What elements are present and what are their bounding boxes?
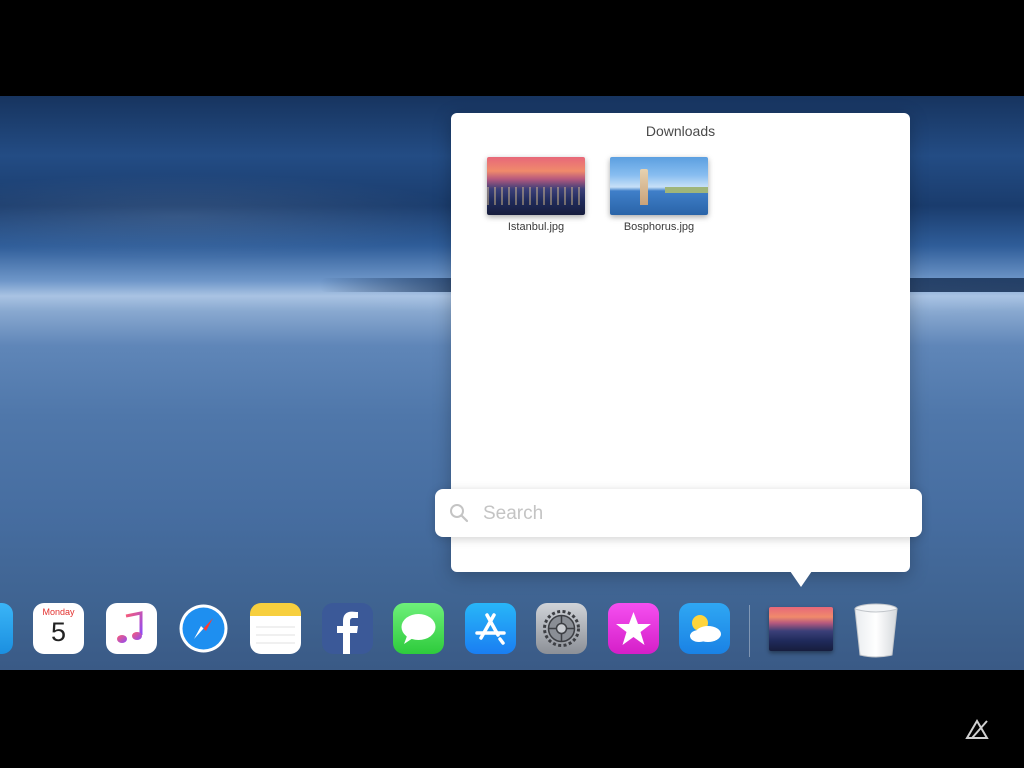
channel-logo-icon [965,718,989,742]
facebook-icon[interactable] [322,603,373,654]
calendar-date: 5 [50,617,67,647]
bosphorus-thumbnail[interactable] [610,157,708,215]
music-icon[interactable] [106,603,157,654]
itunes-store-icon[interactable] [608,603,659,654]
settings-icon[interactable] [536,603,587,654]
panel-title: Downloads [645,123,716,139]
calendar-icon[interactable]: Monday 5 [33,603,84,654]
weather-icon[interactable] [679,603,730,654]
downloads-stack[interactable] [769,607,833,651]
search-bar[interactable] [435,489,922,537]
file-name: Istanbul.jpg [507,221,565,233]
letterbox-bottom [0,670,1024,768]
messages-icon[interactable] [393,603,444,654]
file-name: Bosphorus.jpg [623,221,695,233]
istanbul-thumbnail[interactable] [487,157,585,215]
safari-icon[interactable] [178,603,229,654]
app-store-icon[interactable] [465,603,516,654]
trash-icon[interactable] [853,603,899,659]
search-icon [449,503,469,523]
file-item-bosphorus[interactable]: Bosphorus.jpg [604,157,714,233]
dock-divider [749,605,750,657]
calendar-weekday: Monday [42,607,75,617]
file-item-istanbul[interactable]: Istanbul.jpg [481,157,591,233]
notes-icon[interactable] [250,603,301,654]
search-input[interactable] [481,499,905,529]
letterbox-top [0,0,1024,96]
mail-icon[interactable] [0,603,13,654]
panel-pointer [790,571,812,587]
